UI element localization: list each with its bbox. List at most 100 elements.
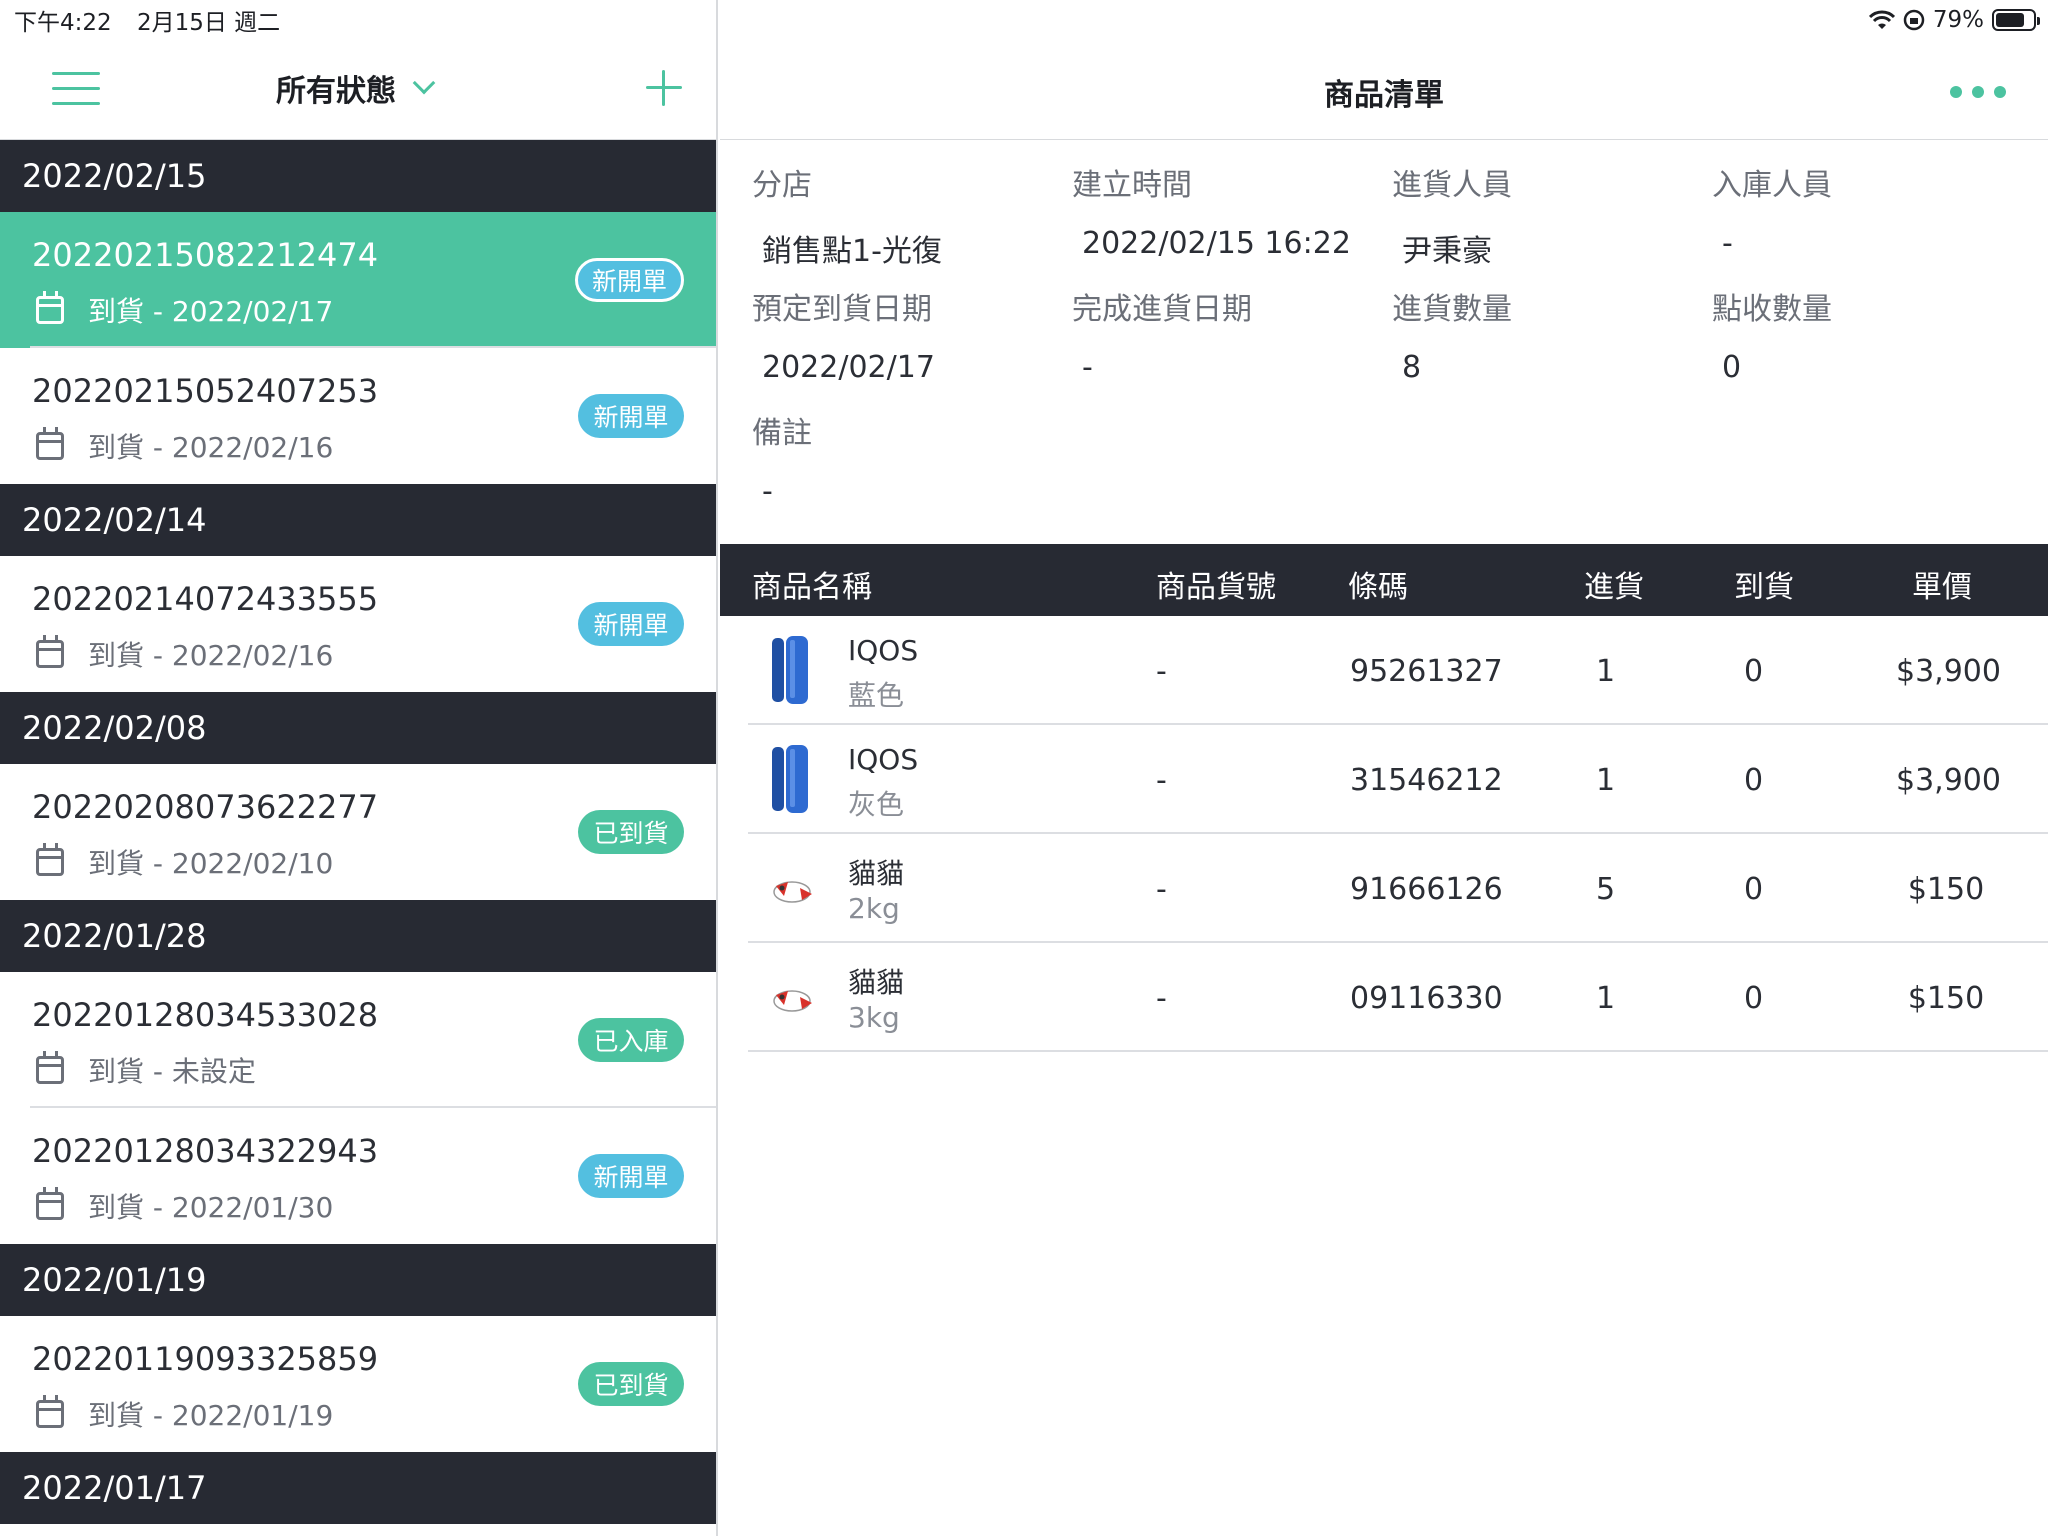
arrival-date: 到貨 - 2022/02/16	[36, 426, 333, 466]
order-list-pane: 所有狀態 2022/02/15 20220215082212474 到貨 - 202…	[0, 0, 718, 1536]
order-row[interactable]: 20220119093325859 到貨 - 2022/01/19 已到貨	[0, 1316, 716, 1452]
item-arrival-qty: 0	[1744, 654, 1764, 689]
arrival-date: 到貨 - 未設定	[36, 1050, 256, 1090]
order-row[interactable]: 20220215052407253 到貨 - 2022/02/16 新開單	[0, 348, 716, 484]
battery-icon	[1992, 9, 2040, 31]
status-date: 2月15日 週二	[136, 10, 281, 36]
item-name: 貓貓	[848, 966, 905, 999]
item-barcode: 09116330	[1350, 981, 1503, 1016]
arrival-date-text: 到貨 - 2022/01/19	[88, 1399, 334, 1432]
order-id: 20220208073622277	[32, 788, 379, 826]
item-name: 貓貓	[848, 857, 905, 890]
arrival-date-text: 到貨 - 2022/02/17	[88, 295, 334, 328]
detail-navigation-bar: 商品清單	[720, 40, 2048, 140]
calendar-icon	[36, 635, 64, 668]
arrival-date-text: 到貨 - 2022/02/16	[88, 639, 334, 672]
menu-icon[interactable]	[52, 72, 100, 108]
order-id: 20220214072433555	[32, 580, 379, 618]
item-sku: -	[1156, 981, 1167, 1016]
info-receiver: 入庫人員 -	[1712, 168, 1832, 261]
info-completed-date: 完成進貨日期 -	[1072, 292, 1252, 385]
item-name: IQOS	[848, 634, 919, 667]
order-row[interactable]: 20220128034322943 到貨 - 2022/01/30 新開單	[0, 1108, 716, 1244]
item-row[interactable]: 貓貓 2kg - 91666126 5 0 $150	[720, 834, 2048, 943]
calendar-icon	[36, 1051, 64, 1084]
date-group-header: 2022/02/14	[0, 484, 716, 556]
arrival-date-text: 到貨 - 2022/01/30	[88, 1191, 334, 1224]
item-row[interactable]: IQOS 灰色 - 31546212 1 0 $3,900	[720, 725, 2048, 834]
item-row[interactable]: IQOS 藍色 - 95261327 1 0 $3,900	[720, 616, 2048, 725]
order-id: 20220215082212474	[32, 236, 379, 274]
item-spec: 3kg	[848, 1001, 900, 1034]
arrival-date-text: 到貨 - 2022/02/16	[88, 431, 334, 464]
status-badge: 已入庫	[578, 1018, 684, 1062]
arrival-date: 到貨 - 2022/02/10	[36, 842, 333, 882]
item-purchase-qty: 1	[1596, 654, 1616, 689]
arrival-date-text: 到貨 - 2022/02/10	[88, 847, 334, 880]
item-sku: -	[1156, 654, 1167, 689]
wifi-icon	[1868, 10, 1895, 29]
order-row[interactable]: 20220214072433555 到貨 - 2022/02/16 新開單	[0, 556, 716, 692]
item-sku: -	[1156, 763, 1167, 798]
item-spec: 藍色	[848, 679, 905, 712]
info-expected-arrival: 預定到貨日期 2022/02/17	[752, 292, 935, 385]
item-spec: 2kg	[848, 892, 900, 925]
left-navigation-bar: 所有狀態	[0, 40, 716, 140]
status-badge: 新開單	[574, 258, 684, 302]
item-row[interactable]: 貓貓 3kg - 09116330 1 0 $150	[720, 943, 2048, 1052]
chevron-down-icon	[412, 71, 436, 95]
item-price: $3,900	[1896, 654, 2001, 689]
order-row[interactable]: 20220128034533028 到貨 - 未設定 已入庫	[0, 972, 716, 1108]
order-row[interactable]: 20220215082212474 到貨 - 2022/02/17 新開單	[0, 212, 716, 348]
rotation-lock-icon	[1903, 9, 1925, 31]
battery-fill	[1996, 13, 2025, 27]
item-barcode: 31546212	[1350, 763, 1503, 798]
column-barcode: 條碼	[1348, 570, 1408, 605]
status-filter-dropdown[interactable]: 所有狀態	[276, 66, 436, 110]
status-time: 下午4:22	[14, 10, 112, 36]
info-created-time: 建立時間 2022/02/15 16:22	[1072, 168, 1351, 261]
column-price: 單價	[1912, 570, 1972, 605]
detail-pane: 商品清單 分店 銷售點1-光復 建立時間 2022/02/15 16:22 進貨…	[720, 0, 2048, 1536]
status-bar: 下午4:22 2月15日 週二 79%	[0, 0, 2048, 40]
item-arrival-qty: 0	[1744, 763, 1764, 798]
items-table-header: 商品名稱 商品貨號 條碼 進貨 到貨 單價	[720, 544, 2048, 616]
calendar-icon	[36, 843, 64, 876]
status-filter-label: 所有狀態	[276, 74, 396, 109]
item-purchase-qty: 1	[1596, 981, 1616, 1016]
info-branch: 分店 銷售點1-光復	[752, 168, 942, 269]
order-list: 2022/02/15 20220215082212474 到貨 - 2022/02/…	[0, 140, 716, 1524]
battery-percent: 79%	[1932, 7, 1984, 33]
info-notes: 備註 -	[752, 416, 812, 509]
item-barcode: 91666126	[1350, 872, 1503, 907]
status-badge: 新開單	[578, 394, 684, 438]
more-options-icon[interactable]	[1950, 86, 2006, 98]
calendar-icon	[36, 1187, 64, 1220]
date-group-header: 2022/01/28	[0, 900, 716, 972]
item-purchase-qty: 1	[1596, 763, 1616, 798]
device-icon	[762, 743, 828, 815]
arrival-date: 到貨 - 2022/02/16	[36, 634, 333, 674]
item-spec: 灰色	[848, 788, 905, 821]
add-order-icon[interactable]	[646, 70, 682, 106]
device-icon	[762, 634, 828, 706]
status-badge: 已到貨	[578, 1362, 684, 1406]
item-price: $150	[1907, 872, 1985, 907]
date-group-header: 2022/01/19	[0, 1244, 716, 1316]
arrival-date: 到貨 - 2022/01/19	[36, 1394, 333, 1434]
detail-title: 商品清單	[1324, 78, 1444, 113]
date-group-header: 2022/02/08	[0, 692, 716, 764]
calendar-icon	[36, 1395, 64, 1428]
order-id: 20220128034533028	[32, 996, 379, 1034]
calendar-icon	[36, 291, 64, 324]
calendar-icon	[36, 427, 64, 460]
cat-icon	[762, 852, 828, 924]
order-row[interactable]: 20220208073622277 到貨 - 2022/02/10 已到貨	[0, 764, 716, 900]
item-name: IQOS	[848, 743, 919, 776]
order-id: 20220119093325859	[32, 1340, 379, 1378]
item-price: $3,900	[1896, 763, 2001, 798]
column-name: 商品名稱	[752, 570, 872, 605]
item-barcode: 95261327	[1350, 654, 1503, 689]
item-arrival-qty: 0	[1744, 981, 1764, 1016]
items-table-body: IQOS 藍色 - 95261327 1 0 $3,900 IQOS 灰色 - 31546212 1 0…	[720, 616, 2048, 1052]
